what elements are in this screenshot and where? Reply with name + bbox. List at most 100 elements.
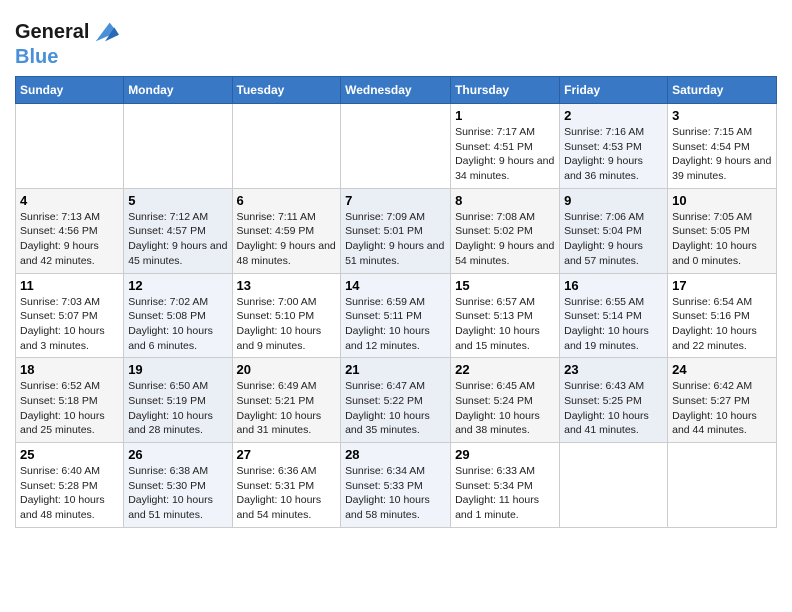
day-info: Sunrise: 7:09 AMSunset: 5:01 PMDaylight:… bbox=[345, 210, 446, 269]
column-header-tuesday: Tuesday bbox=[232, 77, 341, 104]
calendar-cell: 11 Sunrise: 7:03 AMSunset: 5:07 PMDayligh… bbox=[16, 273, 124, 358]
day-info: Sunrise: 6:43 AMSunset: 5:25 PMDaylight:… bbox=[564, 379, 663, 438]
calendar-cell: 10 Sunrise: 7:05 AMSunset: 5:05 PMDayligh… bbox=[668, 188, 777, 273]
logo-text: General bbox=[15, 21, 89, 43]
day-number: 8 bbox=[455, 193, 555, 208]
calendar-cell: 17 Sunrise: 6:54 AMSunset: 5:16 PMDayligh… bbox=[668, 273, 777, 358]
day-number: 29 bbox=[455, 447, 555, 462]
calendar-cell: 8 Sunrise: 7:08 AMSunset: 5:02 PMDaylight… bbox=[451, 188, 560, 273]
day-number: 15 bbox=[455, 278, 555, 293]
calendar-cell: 25 Sunrise: 6:40 AMSunset: 5:28 PMDayligh… bbox=[16, 443, 124, 528]
day-number: 18 bbox=[20, 362, 119, 377]
day-number: 4 bbox=[20, 193, 119, 208]
day-info: Sunrise: 6:42 AMSunset: 5:27 PMDaylight:… bbox=[672, 379, 772, 438]
day-info: Sunrise: 6:45 AMSunset: 5:24 PMDaylight:… bbox=[455, 379, 555, 438]
calendar-cell: 5 Sunrise: 7:12 AMSunset: 4:57 PMDaylight… bbox=[124, 188, 232, 273]
day-info: Sunrise: 6:47 AMSunset: 5:22 PMDaylight:… bbox=[345, 379, 446, 438]
calendar-cell bbox=[668, 443, 777, 528]
calendar-cell: 4 Sunrise: 7:13 AMSunset: 4:56 PMDaylight… bbox=[16, 188, 124, 273]
calendar-cell: 2Sunrise: 7:16 AMSunset: 4:53 PMDaylight… bbox=[560, 104, 668, 189]
calendar-cell: 18 Sunrise: 6:52 AMSunset: 5:18 PMDayligh… bbox=[16, 358, 124, 443]
logo-icon bbox=[91, 18, 119, 46]
calendar-cell bbox=[560, 443, 668, 528]
day-info: Sunrise: 7:03 AMSunset: 5:07 PMDaylight:… bbox=[20, 295, 119, 354]
day-info: Sunrise: 6:34 AMSunset: 5:33 PMDaylight:… bbox=[345, 464, 446, 523]
day-number: 11 bbox=[20, 278, 119, 293]
day-info: Sunrise: 7:16 AMSunset: 4:53 PMDaylight:… bbox=[564, 125, 663, 184]
calendar-cell: 6 Sunrise: 7:11 AMSunset: 4:59 PMDaylight… bbox=[232, 188, 341, 273]
week-row-4: 18 Sunrise: 6:52 AMSunset: 5:18 PMDayligh… bbox=[16, 358, 777, 443]
calendar-cell: 26Sunrise: 6:38 AMSunset: 5:30 PMDayligh… bbox=[124, 443, 232, 528]
logo-blue-text: Blue bbox=[15, 46, 58, 68]
calendar-cell: 22Sunrise: 6:45 AMSunset: 5:24 PMDayligh… bbox=[451, 358, 560, 443]
column-header-thursday: Thursday bbox=[451, 77, 560, 104]
day-number: 5 bbox=[128, 193, 227, 208]
day-number: 17 bbox=[672, 278, 772, 293]
calendar-cell bbox=[16, 104, 124, 189]
calendar-cell: 9 Sunrise: 7:06 AMSunset: 5:04 PMDaylight… bbox=[560, 188, 668, 273]
day-info: Sunrise: 6:52 AMSunset: 5:18 PMDaylight:… bbox=[20, 379, 119, 438]
calendar-cell bbox=[341, 104, 451, 189]
day-number: 20 bbox=[237, 362, 337, 377]
day-info: Sunrise: 7:00 AMSunset: 5:10 PMDaylight:… bbox=[237, 295, 337, 354]
calendar-cell: 23 Sunrise: 6:43 AMSunset: 5:25 PMDayligh… bbox=[560, 358, 668, 443]
week-row-5: 25 Sunrise: 6:40 AMSunset: 5:28 PMDayligh… bbox=[16, 443, 777, 528]
calendar-cell: 27Sunrise: 6:36 AMSunset: 5:31 PMDayligh… bbox=[232, 443, 341, 528]
day-number: 19 bbox=[128, 362, 227, 377]
day-number: 10 bbox=[672, 193, 772, 208]
column-header-friday: Friday bbox=[560, 77, 668, 104]
calendar-cell: 19 Sunrise: 6:50 AMSunset: 5:19 PMDayligh… bbox=[124, 358, 232, 443]
calendar-cell: 21 Sunrise: 6:47 AMSunset: 5:22 PMDayligh… bbox=[341, 358, 451, 443]
calendar-cell: 20Sunrise: 6:49 AMSunset: 5:21 PMDayligh… bbox=[232, 358, 341, 443]
day-info: Sunrise: 6:40 AMSunset: 5:28 PMDaylight:… bbox=[20, 464, 119, 523]
column-header-saturday: Saturday bbox=[668, 77, 777, 104]
column-header-monday: Monday bbox=[124, 77, 232, 104]
day-number: 24 bbox=[672, 362, 772, 377]
day-number: 9 bbox=[564, 193, 663, 208]
day-info: Sunrise: 6:59 AMSunset: 5:11 PMDaylight:… bbox=[345, 295, 446, 354]
calendar-cell: 16 Sunrise: 6:55 AMSunset: 5:14 PMDayligh… bbox=[560, 273, 668, 358]
day-info: Sunrise: 6:33 AMSunset: 5:34 PMDaylight:… bbox=[455, 464, 555, 523]
day-number: 3 bbox=[672, 108, 772, 123]
day-number: 26 bbox=[128, 447, 227, 462]
day-info: Sunrise: 7:11 AMSunset: 4:59 PMDaylight:… bbox=[237, 210, 337, 269]
day-info: Sunrise: 6:55 AMSunset: 5:14 PMDaylight:… bbox=[564, 295, 663, 354]
week-row-2: 4 Sunrise: 7:13 AMSunset: 4:56 PMDaylight… bbox=[16, 188, 777, 273]
day-number: 13 bbox=[237, 278, 337, 293]
day-number: 21 bbox=[345, 362, 446, 377]
calendar-cell: 3 Sunrise: 7:15 AMSunset: 4:54 PMDaylight… bbox=[668, 104, 777, 189]
day-info: Sunrise: 7:13 AMSunset: 4:56 PMDaylight:… bbox=[20, 210, 119, 269]
calendar-cell: 15 Sunrise: 6:57 AMSunset: 5:13 PMDayligh… bbox=[451, 273, 560, 358]
calendar-cell: 7 Sunrise: 7:09 AMSunset: 5:01 PMDaylight… bbox=[341, 188, 451, 273]
calendar-cell: 14 Sunrise: 6:59 AMSunset: 5:11 PMDayligh… bbox=[341, 273, 451, 358]
day-info: Sunrise: 7:15 AMSunset: 4:54 PMDaylight:… bbox=[672, 125, 772, 184]
day-info: Sunrise: 7:05 AMSunset: 5:05 PMDaylight:… bbox=[672, 210, 772, 269]
day-number: 25 bbox=[20, 447, 119, 462]
days-header-row: SundayMondayTuesdayWednesdayThursdayFrid… bbox=[16, 77, 777, 104]
calendar-table: SundayMondayTuesdayWednesdayThursdayFrid… bbox=[15, 76, 777, 528]
calendar-cell: 13 Sunrise: 7:00 AMSunset: 5:10 PMDayligh… bbox=[232, 273, 341, 358]
day-info: Sunrise: 6:50 AMSunset: 5:19 PMDaylight:… bbox=[128, 379, 227, 438]
week-row-1: 1Sunrise: 7:17 AMSunset: 4:51 PMDaylight… bbox=[16, 104, 777, 189]
column-header-sunday: Sunday bbox=[16, 77, 124, 104]
header: General Blue bbox=[15, 10, 777, 68]
day-info: Sunrise: 6:54 AMSunset: 5:16 PMDaylight:… bbox=[672, 295, 772, 354]
day-number: 14 bbox=[345, 278, 446, 293]
day-info: Sunrise: 7:02 AMSunset: 5:08 PMDaylight:… bbox=[128, 295, 227, 354]
calendar-cell: 12 Sunrise: 7:02 AMSunset: 5:08 PMDayligh… bbox=[124, 273, 232, 358]
day-info: Sunrise: 7:06 AMSunset: 5:04 PMDaylight:… bbox=[564, 210, 663, 269]
day-number: 16 bbox=[564, 278, 663, 293]
calendar-cell bbox=[232, 104, 341, 189]
day-info: Sunrise: 6:57 AMSunset: 5:13 PMDaylight:… bbox=[455, 295, 555, 354]
day-number: 12 bbox=[128, 278, 227, 293]
day-info: Sunrise: 7:08 AMSunset: 5:02 PMDaylight:… bbox=[455, 210, 555, 269]
calendar-cell: 1Sunrise: 7:17 AMSunset: 4:51 PMDaylight… bbox=[451, 104, 560, 189]
day-info: Sunrise: 7:12 AMSunset: 4:57 PMDaylight:… bbox=[128, 210, 227, 269]
day-number: 27 bbox=[237, 447, 337, 462]
day-number: 1 bbox=[455, 108, 555, 123]
day-number: 7 bbox=[345, 193, 446, 208]
calendar-cell bbox=[124, 104, 232, 189]
day-number: 23 bbox=[564, 362, 663, 377]
calendar-cell: 28Sunrise: 6:34 AMSunset: 5:33 PMDayligh… bbox=[341, 443, 451, 528]
day-number: 6 bbox=[237, 193, 337, 208]
